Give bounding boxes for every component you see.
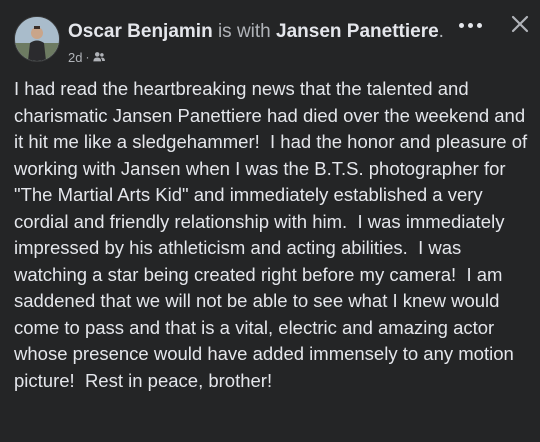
more-options-icon[interactable] [456, 14, 484, 36]
tagged-name[interactable]: Jansen Panettiere [276, 21, 439, 42]
with-text: is with [217, 21, 271, 42]
post-header: Oscar Benjamin is with Jansen Panettiere… [14, 14, 526, 70]
avatar[interactable] [14, 16, 60, 62]
post-card: Oscar Benjamin is with Jansen Panettiere… [0, 0, 540, 442]
post-meta: 2d · [68, 48, 106, 66]
friends-icon[interactable] [92, 50, 106, 64]
post-body-text: I had read the heartbreaking news that t… [14, 78, 533, 391]
title-period: . [438, 21, 444, 42]
author-name[interactable]: Oscar Benjamin [68, 21, 213, 42]
avatar-image [15, 17, 59, 61]
meta-separator: · [85, 50, 90, 64]
close-icon[interactable] [506, 10, 534, 38]
post-timestamp[interactable]: 2d [68, 50, 82, 65]
post-title-line: Oscar Benjamin is with Jansen Panettiere… [68, 20, 468, 44]
